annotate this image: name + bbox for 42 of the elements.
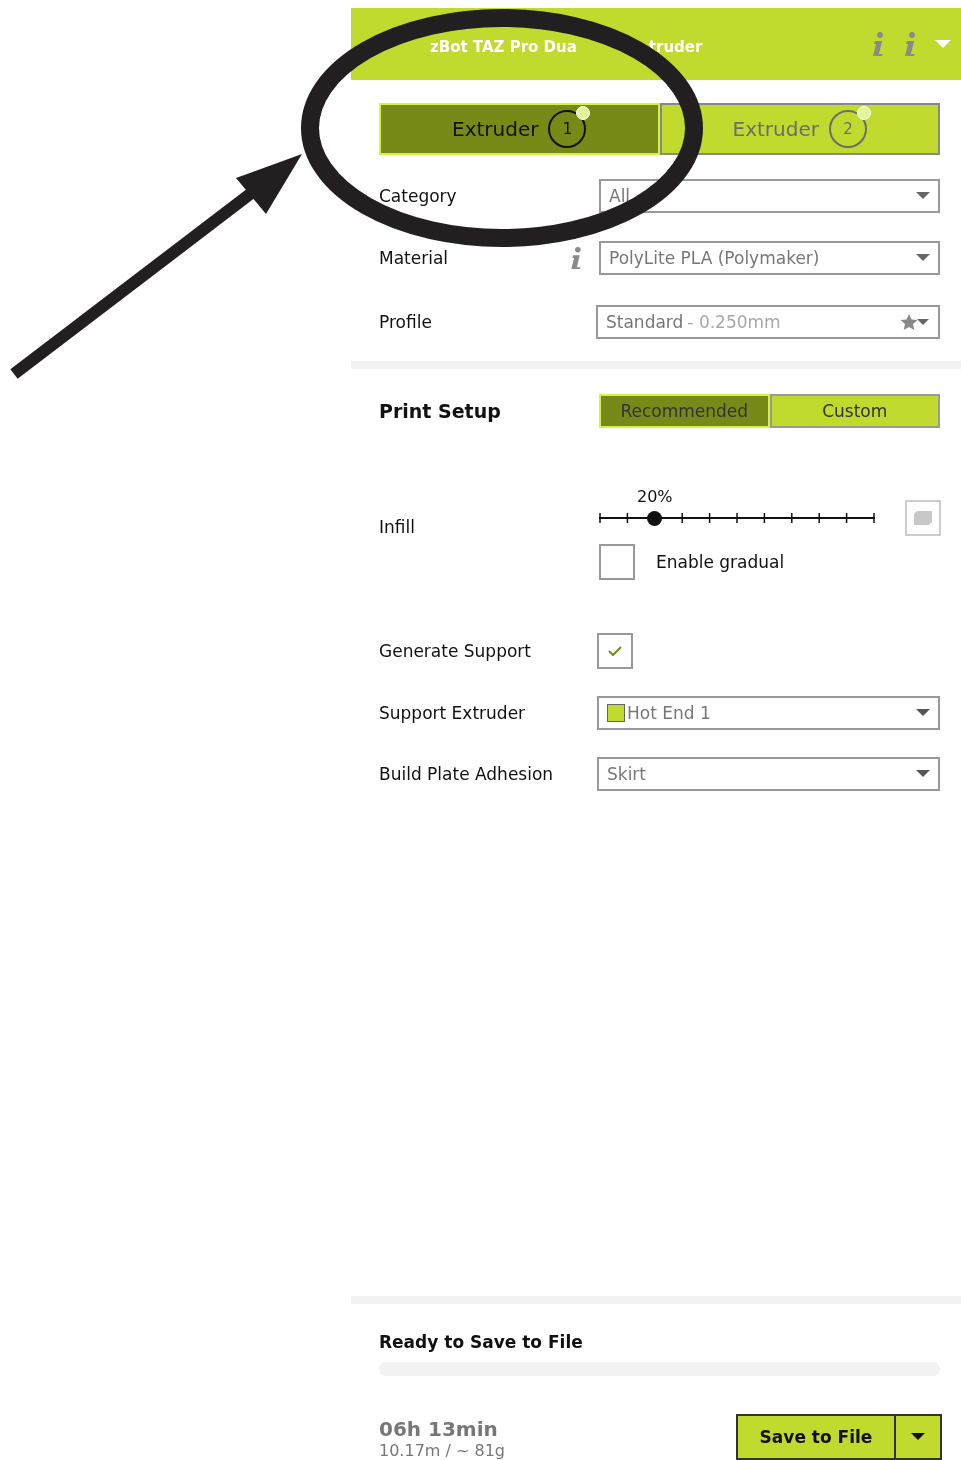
slider-thumb[interactable] [646, 511, 662, 526]
infill-toggle[interactable] [905, 500, 941, 536]
info-icon[interactable] [569, 246, 583, 270]
printer-title: zBot TAZ Pro Dua [430, 38, 577, 56]
extruder-tab[interactable]: Extruder 1 [379, 103, 660, 155]
print-time: 06h 13min [379, 1417, 499, 1441]
dropdown[interactable]: PolyLite PLA (Polymaker) [599, 241, 940, 275]
checkbox-label: Enable gradual [656, 552, 785, 572]
field-label: Profile [379, 312, 433, 332]
star-icon [900, 313, 930, 331]
cube-icon [914, 511, 932, 525]
print-stats: 10.17m / ~ 81g [379, 1441, 506, 1460]
field-label: Category [379, 186, 458, 206]
field-label: Material [379, 248, 450, 268]
mode-tab[interactable]: Recommended [599, 394, 770, 428]
dropdown[interactable]: Skirt [597, 757, 940, 791]
caret-icon [916, 254, 930, 262]
dropdown[interactable]: Hot End 1 [597, 696, 940, 730]
dropdown[interactable]: All [599, 179, 940, 213]
printer-title: truder [648, 38, 703, 56]
checkbox[interactable] [597, 633, 633, 669]
info-icon[interactable] [903, 31, 917, 57]
mode-tab[interactable]: Custom [769, 394, 940, 428]
field-label: Build Plate Adhesion [379, 764, 555, 784]
check-icon [608, 646, 622, 656]
extruder-tab[interactable]: Extruder 2 [659, 103, 940, 155]
profile-dropdown[interactable]: Standard - 0.250mm [596, 305, 940, 339]
info-icon[interactable] [871, 31, 885, 57]
save-options-button[interactable] [896, 1416, 940, 1458]
field-label: Support Extruder [379, 703, 527, 723]
save-button[interactable]: Save to File [738, 1416, 896, 1458]
caret-icon [916, 192, 930, 200]
status-text: Ready to Save to File [379, 1332, 584, 1352]
caret-icon [916, 770, 930, 778]
caret-icon [916, 709, 930, 717]
field-label: Infill [379, 517, 416, 537]
infill-reading: 20% [637, 487, 674, 506]
field-label: Generate Support [379, 641, 532, 661]
caret-icon[interactable] [935, 40, 951, 48]
section-title: Print Setup [379, 400, 502, 422]
caret-icon [911, 1433, 925, 1441]
checkbox[interactable] [599, 544, 635, 580]
